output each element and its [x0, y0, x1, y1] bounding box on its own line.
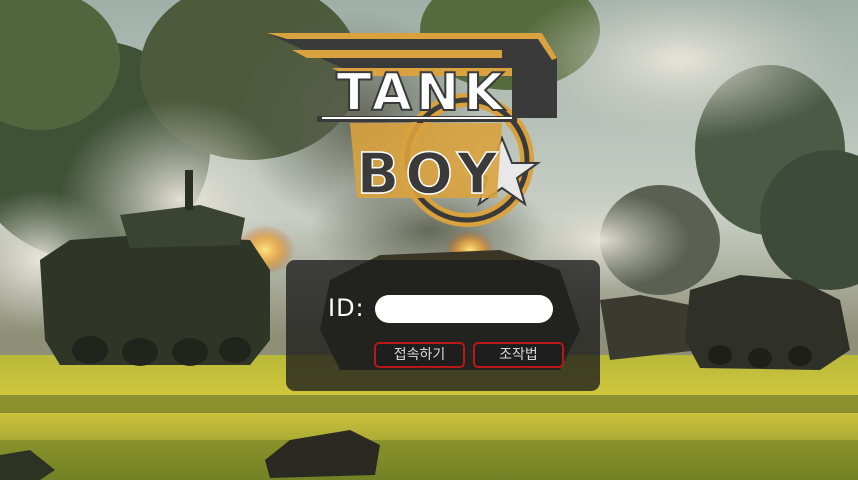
id-label: ID: [328, 294, 365, 322]
controls-button[interactable]: 조작법 [473, 342, 564, 368]
logo-tank-text: TANK [336, 63, 508, 123]
connect-button[interactable]: 접속하기 [374, 342, 465, 368]
login-panel: ID: 접속하기 조작법 [286, 260, 600, 391]
id-input[interactable] [375, 295, 553, 323]
tank-boy-logo: TANK BOY [267, 33, 557, 227]
logo-boy-text: BOY [357, 142, 504, 207]
